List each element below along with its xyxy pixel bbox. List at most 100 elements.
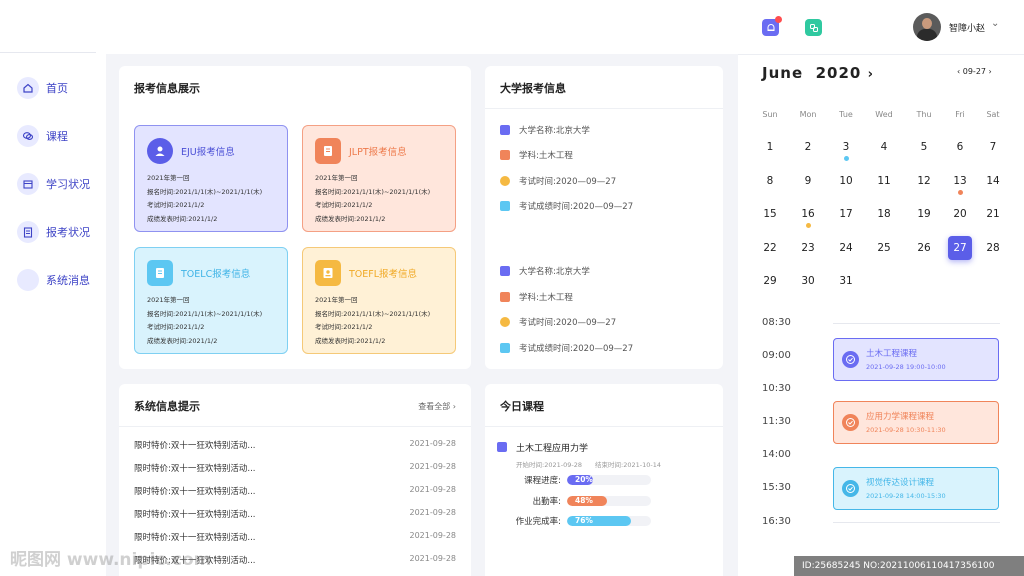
time-label: 08:30 [762, 317, 791, 328]
list-item[interactable]: 限时特价:双十一狂欢特别活动... 2021-09-28 [134, 485, 456, 499]
calendar-day-selected[interactable]: 27 [948, 236, 972, 260]
schedule-event[interactable]: 土木工程课程 2021-09-28 19:00-10:00 [833, 338, 999, 381]
calendar-day[interactable]: 17 [834, 202, 858, 226]
calendar-day[interactable]: 22 [758, 236, 782, 260]
card-title: 大学报考信息 [500, 82, 566, 95]
calendar-day[interactable]: 26 [912, 236, 936, 260]
chevron-right-icon: › [452, 402, 456, 411]
calendar-day[interactable]: 14 [981, 169, 1005, 193]
book-icon [500, 150, 510, 160]
calendar-day[interactable]: 21 [981, 202, 1005, 226]
weekday-label: Mon [799, 110, 817, 119]
divider [0, 52, 96, 53]
calendar-day[interactable]: 31 [834, 269, 858, 293]
calendar-title[interactable]: June 2020 › [762, 64, 874, 82]
tile-title: TOELC报考信息 [181, 269, 251, 280]
check-circle-icon [842, 480, 859, 497]
calendar-day[interactable]: 8 [758, 169, 782, 193]
calendar-day[interactable]: 23 [796, 236, 820, 260]
progress-label: 作业完成率: [515, 517, 561, 527]
calendar-day[interactable]: 1 [758, 135, 782, 159]
course-name: 土木工程应用力学 [516, 444, 589, 454]
jlpt-tile[interactable]: JLPT报考信息 2021年第一回 报名时间:2021/1/1(木)~2021/… [302, 125, 456, 232]
shield-icon [500, 343, 510, 353]
notice-date: 2021-09-28 [409, 531, 457, 540]
book-icon [497, 442, 507, 452]
chevron-right-icon: › [988, 67, 992, 76]
list-item: 学科:土木工程 [500, 148, 573, 162]
avatar[interactable] [913, 13, 941, 41]
calendar-day[interactable]: 7 [981, 135, 1005, 159]
notice-date: 2021-09-28 [409, 508, 457, 517]
tile-row: 2021年第一回 [147, 296, 190, 304]
calendar-day[interactable]: 18 [872, 202, 896, 226]
divider [485, 426, 723, 427]
calendar-day[interactable]: 25 [872, 236, 896, 260]
list-item[interactable]: 限时特价:双十一狂欢特别活动... 2021-09-28 [134, 462, 456, 476]
sidebar-item-study-status[interactable]: 学习状况 [17, 172, 90, 196]
item-text: 考试成绩时间:2020—09—27 [519, 344, 634, 354]
calendar-day[interactable]: 9 [796, 169, 820, 193]
divider [485, 108, 723, 109]
calendar-day[interactable]: 12 [912, 169, 936, 193]
progress-row: 课程进度: 20% [505, 474, 651, 486]
sidebar-item-home[interactable]: 首页 [17, 76, 68, 100]
schedule-event[interactable]: 应用力学课程课程 2021-09-28 10:30-11:30 [833, 401, 999, 444]
sidebar-item-label: 课程 [46, 130, 68, 143]
card-title: 今日课程 [500, 400, 544, 413]
progress-label: 课程进度: [524, 476, 561, 486]
sidebar-item-courses[interactable]: 课程 [17, 124, 68, 148]
tile-title: TOEFL报考信息 [349, 269, 418, 280]
calendar-day[interactable]: 11 [872, 169, 896, 193]
calendar-day[interactable]: 19 [912, 202, 936, 226]
progress-bar: 20% [567, 475, 593, 485]
calendar-day[interactable]: 28 [981, 236, 1005, 260]
eju-tile[interactable]: EJU报考信息 2021年第一回 报名时间:2021/1/1(木)~2021/1… [134, 125, 288, 232]
calendar-day[interactable]: 15 [758, 202, 782, 226]
calendar-day[interactable]: 30 [796, 269, 820, 293]
weekday-label: Sun [762, 110, 778, 119]
list-item[interactable]: 限时特价:双十一狂欢特别活动... 2021-09-28 [134, 439, 456, 453]
toefl-tile[interactable]: TOEFL报考信息 2021年第一回 报名时间:2021/1/1(木)~2021… [302, 247, 456, 354]
calendar-day[interactable]: 10 [834, 169, 858, 193]
schedule-event[interactable]: 视觉传达设计课程 2021-09-28 14:00-15:30 [833, 467, 999, 510]
tile-row: 报名时间:2021/1/1(木)~2021/1/1(木) [147, 187, 263, 196]
link-icon[interactable] [805, 19, 822, 36]
item-text: 学科:土木工程 [519, 293, 573, 303]
calendar-day[interactable]: 24 [834, 236, 858, 260]
notification-badge [775, 16, 782, 23]
sidebar-item-label: 系统消息 [46, 274, 90, 287]
university-info-card: 大学报考信息 大学名称:北京大学 学科:土木工程 考试时间:2020—09—27… [485, 66, 723, 369]
time-label: 09:00 [762, 350, 791, 361]
calendar-day[interactable]: 4 [872, 135, 896, 159]
username[interactable]: 智障小赵 [949, 21, 985, 34]
calendar-day[interactable]: 2 [796, 135, 820, 159]
list-item[interactable]: 限时特价:双十一狂欢特别活动... 2021-09-28 [134, 531, 456, 545]
progress-bar: 76% [567, 516, 631, 526]
tile-title: EJU报考信息 [181, 147, 235, 158]
view-all-label: 查看全部 [418, 402, 451, 411]
date-switcher[interactable]: ‹ 09-27 › [957, 67, 992, 76]
chevron-down-icon[interactable]: ⌄ [991, 18, 999, 29]
toelc-tile[interactable]: TOELC报考信息 2021年第一回 报名时间:2021/1/1(木)~2021… [134, 247, 288, 354]
calendar-day[interactable]: 5 [912, 135, 936, 159]
calendar-day[interactable]: 6 [948, 135, 972, 159]
tile-row: 成绩发表时间:2021/1/2 [147, 336, 218, 345]
tile-row: 成绩发表时间:2021/1/2 [315, 214, 386, 223]
progress-track: 76% [567, 516, 651, 526]
tile-row: 考试时间:2021/1/2 [147, 201, 205, 209]
list-item[interactable]: 限时特价:双十一狂欢特别活动... 2021-09-28 [134, 508, 456, 522]
tile-row: 成绩发表时间:2021/1/2 [315, 336, 386, 345]
time-label: 10:30 [762, 383, 791, 394]
progress-row: 出勤率: 48% [505, 495, 651, 507]
notice-date: 2021-09-28 [409, 462, 457, 471]
calendar-day[interactable]: 29 [758, 269, 782, 293]
sidebar-item-exam-status[interactable]: 报考状况 [17, 220, 90, 244]
calendar-day[interactable]: 20 [948, 202, 972, 226]
sidebar-item-label: 首页 [46, 82, 68, 95]
view-all-link[interactable]: 查看全部 › [418, 401, 456, 412]
event-time: 2021-09-28 19:00-10:00 [866, 363, 946, 371]
clock-icon [500, 176, 510, 186]
sidebar-item-system-messages[interactable]: 系统消息 [17, 268, 90, 292]
event-title: 土木工程课程 [866, 349, 918, 359]
